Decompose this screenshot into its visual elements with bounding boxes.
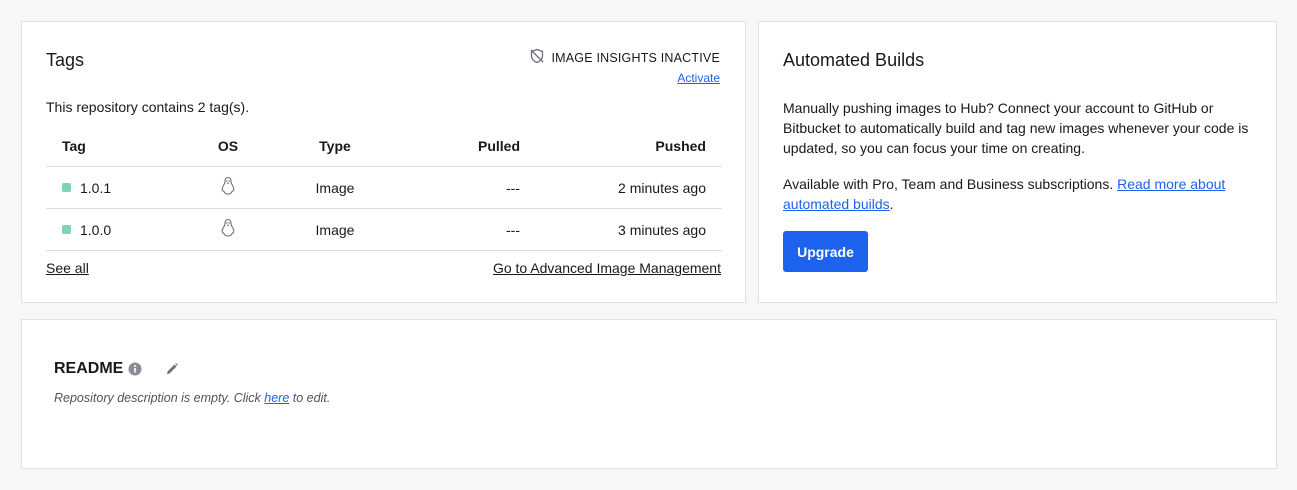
table-row[interactable]: 1.0.0 Image --- 3 minutes ago (46, 208, 722, 251)
builds-description: Manually pushing images to Hub? Connect … (783, 100, 1249, 156)
builds-availability: Available with Pro, Team and Business su… (783, 174, 1253, 214)
linux-icon (220, 218, 236, 241)
type-cell: Image (250, 208, 420, 251)
readme-title: README (54, 360, 124, 377)
status-dot-icon (62, 225, 71, 235)
availability-text: Available with Pro, Team and Business su… (783, 176, 1114, 192)
pencil-icon[interactable] (165, 362, 179, 376)
column-header-pulled: Pulled (420, 126, 520, 167)
readme-desc-text-after: to edit. (289, 391, 331, 405)
image-insights-status: IMAGE INSIGHTS INACTIVE Activate (529, 48, 720, 85)
status-dot-icon (62, 183, 71, 193)
table-header-row: Tag OS Type Pulled Pushed (46, 126, 722, 167)
readme-desc-text-before: Repository description is empty. Click (54, 391, 265, 405)
table-row[interactable]: 1.0.1 Image --- 2 minutes ago (46, 166, 722, 209)
activate-link[interactable]: Activate (529, 71, 720, 85)
tag-name[interactable]: 1.0.1 (80, 180, 111, 196)
tag-cell[interactable]: 1.0.1 (46, 166, 206, 209)
pushed-cell: 2 minutes ago (520, 166, 722, 209)
column-header-tag: Tag (46, 126, 206, 167)
builds-title: Automated Builds (783, 50, 925, 70)
tag-name[interactable]: 1.0.0 (80, 222, 111, 238)
tags-table: Tag OS Type Pulled Pushed 1.0.1 Image --… (46, 126, 722, 251)
tag-cell[interactable]: 1.0.0 (46, 208, 206, 251)
availability-period: . (889, 196, 894, 212)
readme-header: README (54, 360, 179, 378)
automated-builds-card: Automated Builds Manually pushing images… (758, 21, 1277, 303)
pushed-cell: 3 minutes ago (520, 208, 722, 251)
os-cell (206, 166, 250, 209)
upgrade-button[interactable]: Upgrade (783, 231, 868, 272)
insights-status-text: IMAGE INSIGHTS INACTIVE (551, 50, 720, 65)
pulled-cell: --- (420, 208, 520, 251)
tag-count-text: This repository contains 2 tag(s). (46, 99, 250, 115)
column-header-os: OS (206, 126, 250, 167)
os-cell (206, 208, 250, 251)
tags-card: Tags IMAGE INSIGHTS INACTIVE Activate Th… (21, 21, 746, 303)
info-icon[interactable] (128, 362, 142, 376)
column-header-type: Type (250, 126, 420, 167)
tags-title: Tags (46, 50, 85, 70)
readme-description: Repository description is empty. Click h… (54, 391, 330, 405)
linux-icon (220, 176, 236, 199)
pulled-cell: --- (420, 166, 520, 209)
shield-off-icon (529, 48, 545, 67)
type-cell: Image (250, 166, 420, 209)
readme-card: README Repository description is empty. … (21, 319, 1277, 469)
advanced-image-management-link[interactable]: Go to Advanced Image Management (493, 260, 721, 276)
see-all-link[interactable]: See all (46, 260, 89, 276)
edit-here-link[interactable]: here (264, 391, 289, 405)
column-header-pushed: Pushed (520, 126, 722, 167)
